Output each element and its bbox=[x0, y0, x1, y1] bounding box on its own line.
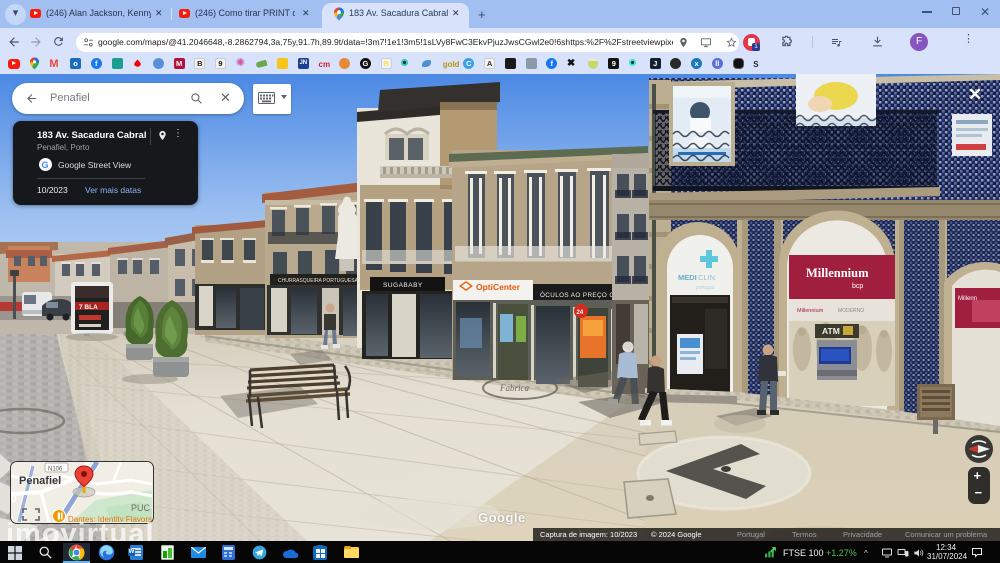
svg-text:ATM: ATM bbox=[822, 326, 840, 336]
svg-text:bcp: bcp bbox=[852, 283, 863, 290]
svg-text:Fabrica: Fabrica bbox=[499, 383, 529, 393]
svg-text:CHURRASQUEIRA PORTUGUESA: CHURRASQUEIRA PORTUGUESA bbox=[278, 278, 359, 284]
svg-text:Millennium: Millennium bbox=[797, 308, 824, 314]
svg-text:0: 0 bbox=[11, 494, 17, 505]
svg-text:7 BLA: 7 BLA bbox=[79, 304, 98, 311]
svg-text:Millennium: Millennium bbox=[806, 266, 869, 280]
svg-text:N106: N106 bbox=[48, 467, 63, 473]
svg-text:MODERNO: MODERNO bbox=[838, 308, 864, 314]
svg-text:OptiCenter: OptiCenter bbox=[476, 282, 521, 292]
svg-text:24: 24 bbox=[577, 310, 584, 316]
svg-text:CLIN: CLIN bbox=[698, 273, 715, 282]
svg-text:Penafiel: Penafiel bbox=[19, 475, 61, 487]
svg-text:PUC: PUC bbox=[131, 503, 151, 513]
svg-text:SUGABABY: SUGABABY bbox=[383, 282, 423, 289]
svg-text:MEDI: MEDI bbox=[678, 273, 697, 282]
svg-text:Millenn: Millenn bbox=[958, 296, 977, 302]
svg-text:portugal: portugal bbox=[696, 285, 714, 291]
